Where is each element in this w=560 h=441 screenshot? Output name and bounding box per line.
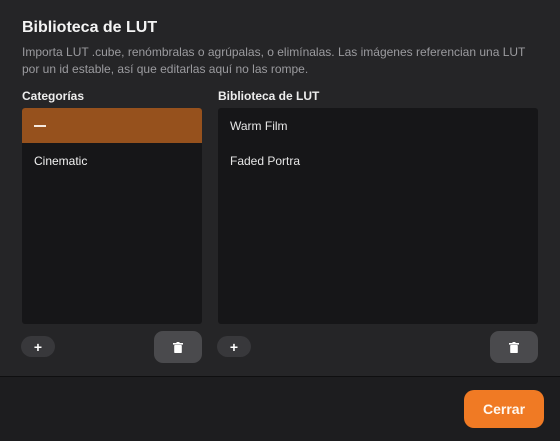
lut-list[interactable]: Warm Film Faded Portra — [218, 108, 538, 324]
lut-library-dialog: Biblioteca de LUT Importa LUT .cube, ren… — [0, 0, 560, 376]
dialog-footer: Cerrar — [0, 376, 560, 441]
category-item-cinematic[interactable]: Cinematic — [22, 143, 202, 178]
add-lut-button[interactable]: + — [217, 336, 251, 357]
trash-icon — [173, 341, 183, 353]
categories-list[interactable]: Cinematic — [22, 108, 202, 324]
delete-lut-button[interactable] — [490, 331, 538, 363]
dialog-description: Importa LUT .cube, renómbralas o agrúpal… — [22, 45, 526, 76]
lut-item-faded-portra[interactable]: Faded Portra — [218, 143, 538, 178]
dash-icon — [34, 124, 46, 127]
category-item-uncategorized[interactable] — [22, 108, 202, 143]
library-label: Biblioteca de LUT — [218, 89, 320, 103]
categories-label: Categorías — [22, 89, 85, 103]
lut-item-warm-film[interactable]: Warm Film — [218, 108, 538, 143]
dialog-title: Biblioteca de LUT — [22, 19, 158, 36]
close-button[interactable]: Cerrar — [464, 390, 544, 428]
add-category-button[interactable]: + — [21, 336, 55, 357]
trash-icon — [509, 341, 519, 353]
delete-category-button[interactable] — [154, 331, 202, 363]
